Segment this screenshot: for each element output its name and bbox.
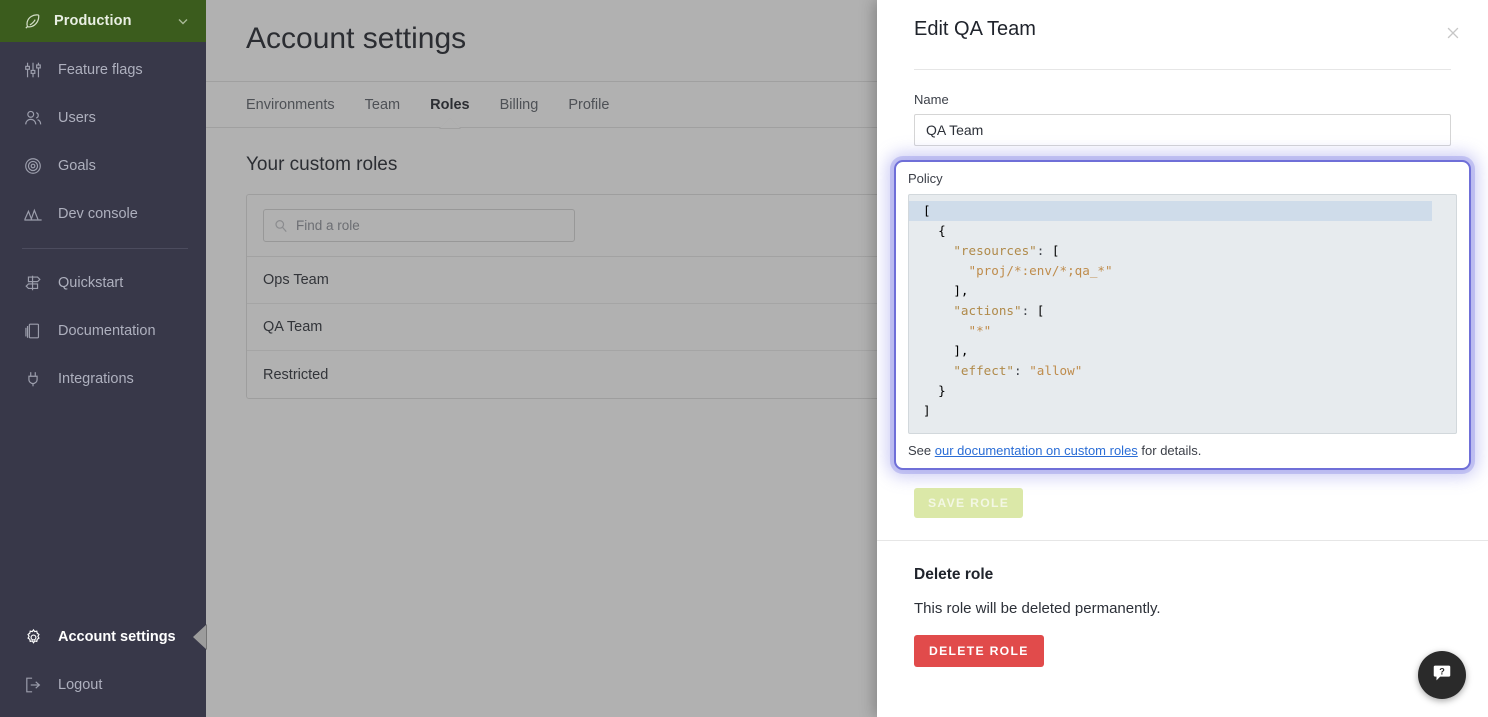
sidebar-item-feature-flags[interactable]: Feature flags bbox=[0, 46, 206, 94]
edit-role-panel: Edit QA Team Name QA Team Policy [ { "re… bbox=[877, 0, 1488, 717]
sidebar-item-integrations[interactable]: Integrations bbox=[0, 355, 206, 403]
panel-divider bbox=[914, 69, 1451, 70]
svg-text:?: ? bbox=[1439, 666, 1445, 676]
code-line: ], bbox=[923, 283, 969, 298]
code-line: "effect": "allow" bbox=[953, 363, 1083, 378]
code-line: [ bbox=[909, 201, 1432, 221]
sidebar-item-label: Users bbox=[58, 110, 96, 126]
chevron-down-icon bbox=[176, 14, 190, 28]
panel-title: Edit QA Team bbox=[914, 18, 1036, 40]
sidebar-item-label: Integrations bbox=[58, 371, 134, 387]
environment-label: Production bbox=[54, 13, 132, 29]
sidebar-item-label: Feature flags bbox=[58, 62, 143, 78]
policy-help-text: See our documentation on custom roles fo… bbox=[908, 443, 1457, 458]
panel-section-divider bbox=[877, 540, 1488, 541]
sidebar-divider bbox=[22, 248, 188, 249]
code-line: "actions": [ bbox=[953, 303, 1045, 318]
sidebar-item-logout[interactable]: Logout bbox=[0, 661, 206, 709]
name-field-value: QA Team bbox=[926, 122, 984, 138]
sidebar-item-label: Quickstart bbox=[58, 275, 124, 291]
code-line: "resources": [ bbox=[953, 243, 1060, 258]
close-icon[interactable] bbox=[1440, 20, 1466, 46]
app-root: Account settings Environments Team Roles… bbox=[0, 0, 1488, 717]
feather-icon bbox=[22, 11, 42, 31]
sidebar-item-dev-console[interactable]: Dev console bbox=[0, 190, 206, 238]
policy-help-prefix: See bbox=[908, 443, 935, 458]
users-icon bbox=[22, 107, 44, 129]
policy-code-editor[interactable]: [ { "resources": [ "proj/*:env/*;qa_*" ]… bbox=[908, 194, 1457, 434]
plug-icon bbox=[22, 368, 44, 390]
policy-field-label: Policy bbox=[908, 171, 943, 186]
policy-code-content: [ { "resources": [ "proj/*:env/*;qa_*" ]… bbox=[909, 201, 1456, 421]
active-pointer-indicator bbox=[193, 624, 207, 650]
sidebar-item-label: Documentation bbox=[58, 323, 156, 339]
help-button[interactable]: ? bbox=[1418, 651, 1466, 699]
target-icon bbox=[22, 155, 44, 177]
sidebar-nav-bottom: Account settings Logout bbox=[0, 613, 207, 717]
code-line: "proj/*:env/*;qa_*" bbox=[968, 263, 1113, 278]
sidebar-nav-primary: Feature flags Users Goals Dev console Qu… bbox=[0, 42, 206, 403]
sliders-icon bbox=[22, 59, 44, 81]
sidebar-item-label: Dev console bbox=[58, 206, 138, 222]
sidebar-item-label: Goals bbox=[58, 158, 96, 174]
gear-icon bbox=[22, 626, 44, 648]
environment-switcher[interactable]: Production bbox=[0, 0, 206, 42]
code-line: ], bbox=[923, 343, 969, 358]
sidebar: Production Feature flags Users Goals Dev… bbox=[0, 0, 207, 717]
delete-role-button[interactable]: DELETE ROLE bbox=[914, 635, 1044, 667]
save-role-button[interactable]: SAVE ROLE bbox=[914, 488, 1024, 518]
sidebar-item-goals[interactable]: Goals bbox=[0, 142, 206, 190]
code-line: ] bbox=[923, 403, 931, 418]
sidebar-item-label: Account settings bbox=[58, 629, 176, 645]
help-chat-icon: ? bbox=[1431, 662, 1453, 689]
book-icon bbox=[22, 320, 44, 342]
policy-help-suffix: for details. bbox=[1137, 443, 1202, 458]
chart-icon bbox=[22, 203, 44, 225]
sidebar-item-account-settings[interactable]: Account settings bbox=[0, 613, 207, 661]
code-line: "*" bbox=[968, 323, 992, 338]
sidebar-item-quickstart[interactable]: Quickstart bbox=[0, 259, 206, 307]
logout-icon bbox=[22, 674, 44, 696]
code-line: { bbox=[923, 223, 946, 238]
policy-field-group: Policy [ { "resources": [ "proj/*:env/*;… bbox=[894, 160, 1471, 470]
code-line: } bbox=[923, 383, 946, 398]
delete-role-description: This role will be deleted permanently. bbox=[914, 600, 1161, 617]
name-field[interactable]: QA Team bbox=[914, 114, 1451, 146]
panel-header: Edit QA Team bbox=[877, 0, 1488, 46]
sidebar-item-label: Logout bbox=[58, 677, 103, 693]
sidebar-item-documentation[interactable]: Documentation bbox=[0, 307, 206, 355]
custom-roles-doc-link[interactable]: our documentation on custom roles bbox=[935, 443, 1138, 458]
sidebar-item-users[interactable]: Users bbox=[0, 94, 206, 142]
delete-role-title: Delete role bbox=[914, 566, 994, 583]
signpost-icon bbox=[22, 272, 44, 294]
name-field-label: Name bbox=[914, 92, 949, 107]
